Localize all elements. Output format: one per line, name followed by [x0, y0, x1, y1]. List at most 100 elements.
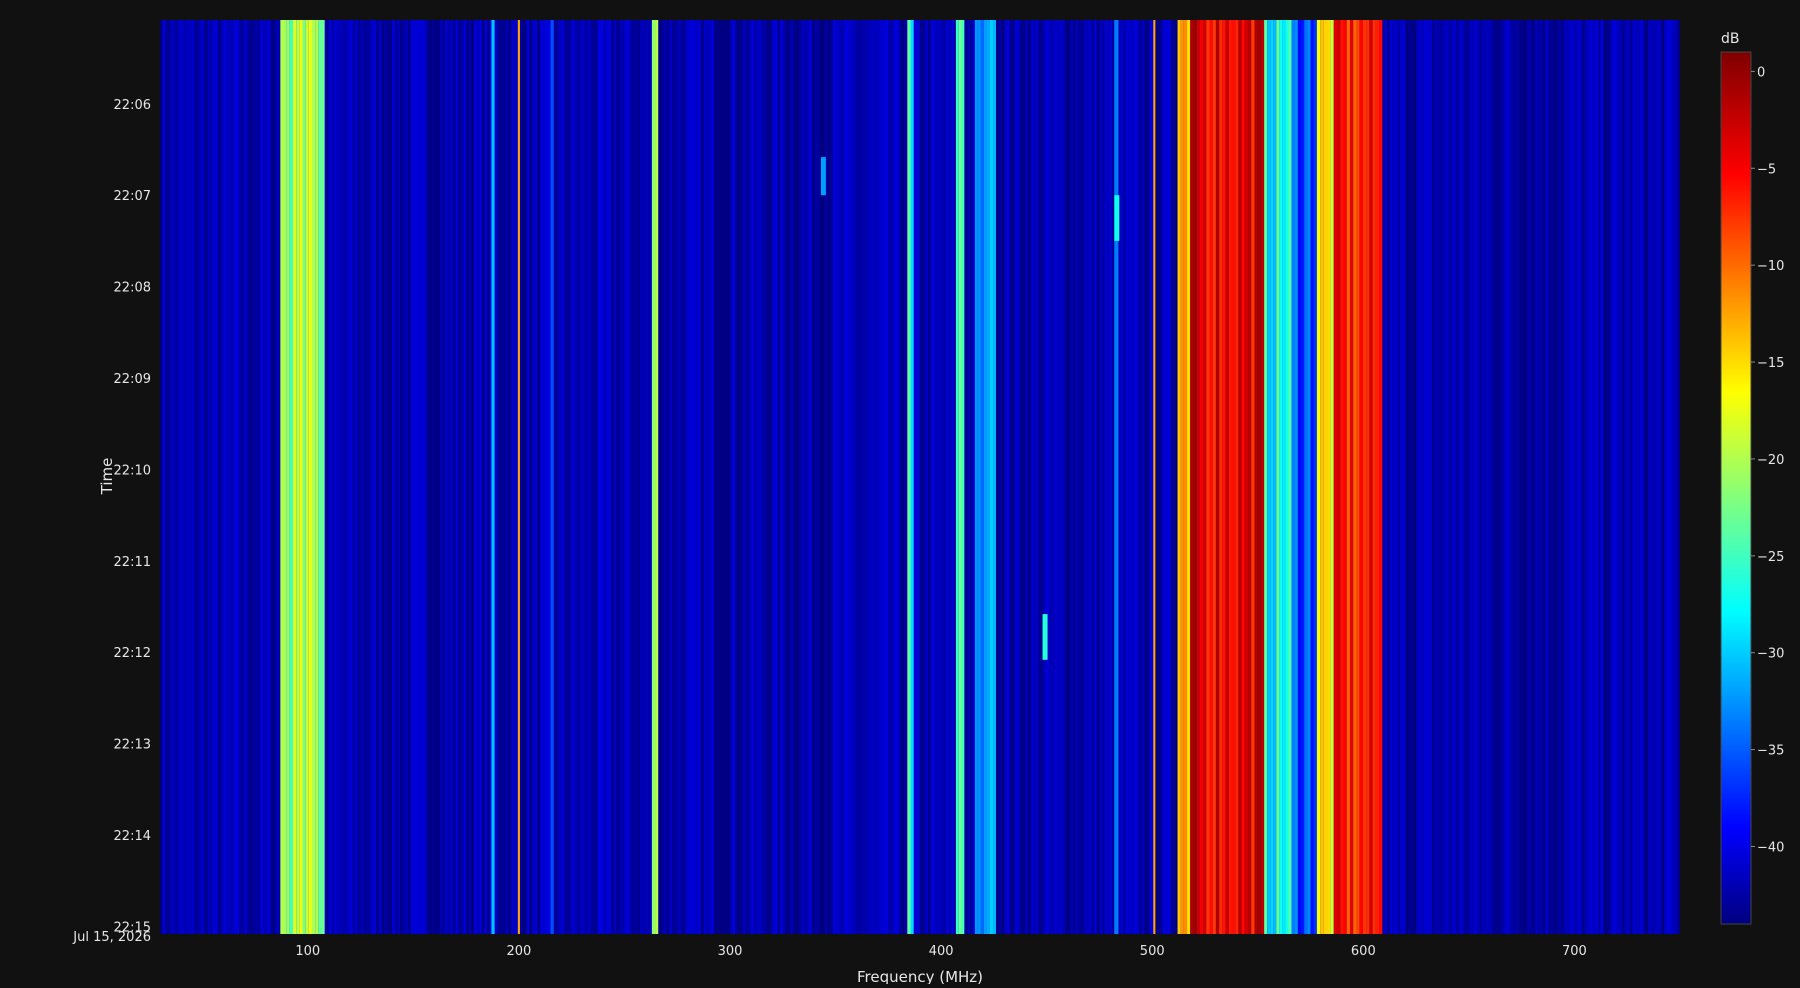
heatmap-cell [191, 20, 195, 934]
heatmap-cell [1672, 20, 1675, 934]
signal-band [1304, 20, 1308, 934]
heatmap-cell [178, 20, 182, 934]
signal-band [318, 20, 322, 934]
heatmap-cell [1389, 20, 1393, 934]
heatmap-cell [1592, 20, 1596, 934]
heatmap-cell [756, 20, 760, 934]
signal-band [1276, 20, 1280, 934]
heatmap-cell [1131, 20, 1134, 934]
heatmap-cell [877, 20, 881, 934]
heatmap-cell [1413, 20, 1417, 934]
heatmap-cell [540, 20, 543, 934]
signal-band [974, 20, 978, 934]
heatmap-cell [1007, 20, 1010, 934]
signal-band [1225, 20, 1229, 934]
signal-band [1282, 20, 1286, 934]
heatmap-cell [1020, 20, 1023, 934]
heatmap-cell [558, 20, 562, 934]
heatmap-cell [925, 20, 928, 934]
heatmap-cell [468, 20, 472, 934]
heatmap-cell [1563, 20, 1567, 934]
spectrogram-svg: 100 200 300 400 500 600 700 22:0622:0722:0822:… [72, 20, 1784, 986]
heatmap-cell [840, 20, 844, 934]
y-tick-label: 22:14 [114, 829, 151, 844]
heatmap-cell [1424, 20, 1427, 934]
heatmap-cell [199, 20, 203, 934]
heatmap-cell [880, 20, 884, 934]
signal-band [958, 20, 962, 934]
heatmap-cell [1445, 20, 1448, 934]
signal-band [910, 20, 914, 934]
heatmap-cell [1447, 20, 1451, 934]
heatmap-cell [677, 20, 680, 934]
heatmap-cell [350, 20, 353, 934]
heatmap-cell [740, 20, 744, 934]
heatmap-cell [901, 20, 905, 934]
heatmap-cell [1621, 20, 1625, 934]
heatmap-cell [1558, 20, 1562, 934]
heatmap-cell [1146, 20, 1150, 934]
heatmap-cell [766, 20, 770, 934]
x-tick-label: 200 [506, 944, 531, 959]
heatmap-cell [1120, 20, 1124, 934]
heatmap-cell [1555, 20, 1559, 934]
heatmap-cell [811, 20, 815, 934]
heatmap-cell [814, 20, 818, 934]
heatmap-cell [545, 20, 548, 934]
heatmap-cell [196, 20, 200, 934]
heatmap-cell [405, 20, 409, 934]
heatmap-cell [1540, 20, 1543, 934]
heatmap-cell [547, 20, 551, 934]
signal-band [1316, 20, 1321, 934]
signal-band [289, 20, 293, 934]
heatmap-cell [970, 20, 973, 934]
heatmap-cell [1004, 20, 1008, 934]
heatmap-cell [714, 20, 717, 934]
heatmap-cell [587, 20, 591, 934]
heatmap-cell [1073, 20, 1076, 934]
heatmap-cell [793, 20, 796, 934]
heatmap-cell [479, 20, 482, 934]
heatmap-cell [460, 20, 464, 934]
heatmap-cell [1629, 20, 1633, 934]
heatmap-cell [708, 20, 712, 934]
signal-band [1356, 20, 1360, 934]
heatmap-cell [748, 20, 752, 934]
heatmap-cell [1088, 20, 1092, 934]
heatmap-cell [360, 20, 364, 934]
heatmap-cell [1561, 20, 1564, 934]
signal-band [986, 20, 990, 934]
colorbar-tick-label: −40 [1757, 840, 1784, 855]
heatmap-cell [231, 20, 234, 934]
heatmap-cell [861, 20, 865, 934]
heatmap-cell [611, 20, 614, 934]
signal-band [1222, 20, 1226, 934]
heatmap-cell [1416, 20, 1419, 934]
heatmap-cell [722, 20, 725, 934]
heatmap-cell [1658, 20, 1662, 934]
heatmap-cell [1508, 20, 1512, 934]
heatmap-cell [505, 20, 509, 934]
heatmap-cell [1054, 20, 1058, 934]
heatmap-cell [1569, 20, 1572, 934]
signal-band [1153, 20, 1156, 934]
heatmap-cell [450, 20, 453, 934]
heatmap-cell [1091, 20, 1095, 934]
signal-band [1327, 20, 1331, 934]
heatmap-cell [595, 20, 599, 934]
heatmap-cell [772, 20, 775, 934]
heatmap-cell [790, 20, 794, 934]
heatmap-cell [339, 20, 343, 934]
heatmap-cell [455, 20, 459, 934]
heatmap-cell [186, 20, 190, 934]
heatmap-cell [719, 20, 723, 934]
heatmap-cell [212, 20, 216, 934]
heatmap-cell [869, 20, 873, 934]
heatmap-cell [566, 20, 570, 934]
signal-band [491, 20, 495, 934]
heatmap-cell [421, 20, 424, 934]
signal-band [1260, 20, 1265, 934]
signal-band [1219, 20, 1223, 934]
heatmap-cell [661, 20, 665, 934]
signal-band [1244, 20, 1249, 934]
